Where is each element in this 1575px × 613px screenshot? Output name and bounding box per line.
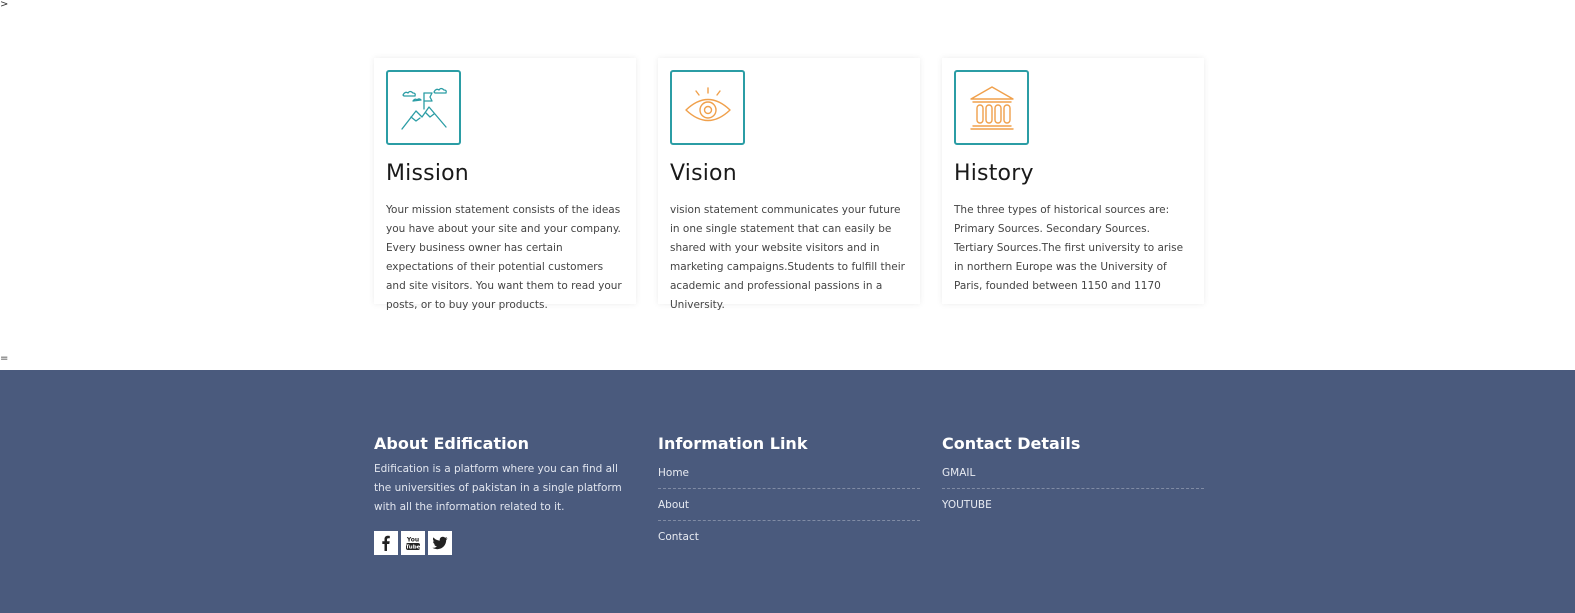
- mission-card: Mission Your mission statement consists …: [374, 58, 636, 311]
- cards-row: Mission Your mission statement consists …: [374, 58, 1204, 311]
- footer-link-about[interactable]: About: [658, 489, 920, 521]
- footer-link-contact[interactable]: Contact: [658, 521, 920, 552]
- site-footer: About Edification Edification is a platf…: [0, 370, 1575, 613]
- footer-link-youtube[interactable]: YOUTUBE: [942, 489, 1204, 520]
- footer-about-heading: About Edification: [374, 434, 529, 453]
- card-title: Mission: [386, 161, 469, 186]
- history-card: History The three types of historical so…: [942, 58, 1204, 304]
- mountain-flag-icon: [386, 70, 461, 145]
- twitter-icon[interactable]: [428, 531, 452, 555]
- footer-link-gmail[interactable]: GMAIL: [942, 462, 1204, 489]
- footer-info-column: Information Link Home About Contact: [658, 434, 920, 555]
- eye-icon: [670, 70, 745, 145]
- footer-link-home[interactable]: Home: [658, 462, 920, 489]
- card-title: Vision: [670, 161, 737, 186]
- svg-text:Tube: Tube: [406, 545, 421, 551]
- museum-icon: [954, 70, 1029, 145]
- svg-text:You: You: [406, 537, 419, 544]
- stray-mark-middle: =: [0, 353, 9, 364]
- footer-columns: About Edification Edification is a platf…: [374, 434, 1204, 555]
- card-text: Your mission statement consists of the i…: [386, 204, 622, 311]
- card-text: The three types of historical sources ar…: [954, 204, 1184, 292]
- footer-contact-heading: Contact Details: [942, 434, 1081, 453]
- vision-card: Vision vision statement communicates you…: [658, 58, 920, 311]
- footer-about-text: Edification is a platform where you can …: [374, 463, 622, 513]
- contact-link-list: GMAIL YOUTUBE: [942, 462, 1204, 520]
- card-text: vision statement communicates your futur…: [670, 204, 905, 311]
- info-link-list: Home About Contact: [658, 462, 920, 552]
- footer-about-column: About Edification Edification is a platf…: [374, 434, 636, 555]
- youtube-icon[interactable]: You Tube: [401, 531, 425, 555]
- facebook-icon[interactable]: [374, 531, 398, 555]
- about-section: Mission Your mission statement consists …: [0, 0, 1575, 370]
- social-links: You Tube: [374, 531, 636, 555]
- card-title: History: [954, 161, 1034, 186]
- footer-info-heading: Information Link: [658, 434, 808, 453]
- footer-contact-column: Contact Details GMAIL YOUTUBE: [942, 434, 1204, 555]
